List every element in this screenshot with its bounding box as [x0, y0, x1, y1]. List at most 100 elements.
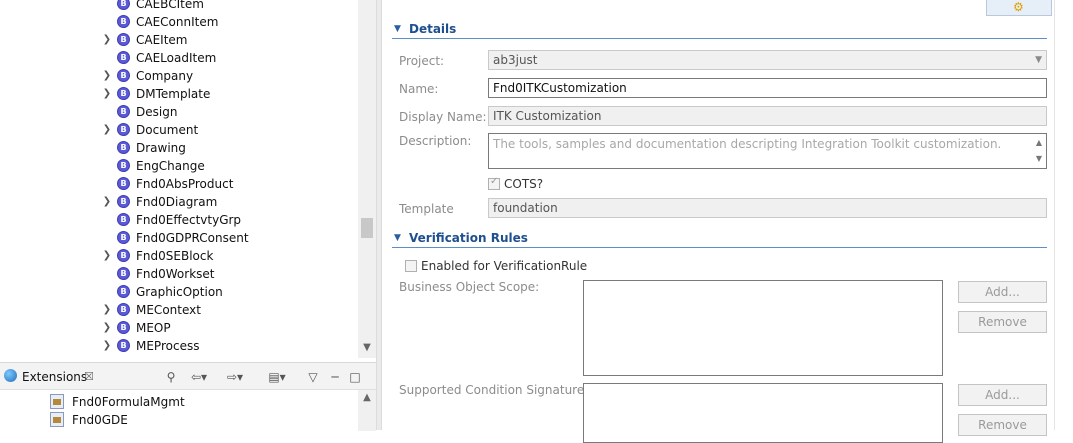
tree-item[interactable]: B Drawing	[0, 139, 358, 157]
tree-item[interactable]: B Fnd0EffectvtyGrp	[0, 211, 358, 229]
collapse-icon[interactable]: ▼	[394, 20, 401, 38]
name-label: Name:	[399, 82, 439, 96]
name-field[interactable]: Fnd0ITKCustomization	[488, 78, 1047, 98]
business-object-icon: B	[117, 0, 130, 10]
scroll-down-icon[interactable]: ▼	[358, 340, 376, 356]
search-icon[interactable]: ⚲	[162, 369, 180, 385]
forward-icon[interactable]: ⇨▾	[222, 369, 248, 385]
tree-item-label: MEProcess	[136, 339, 200, 353]
extensions-view-title[interactable]: Extensions	[22, 363, 87, 391]
tree-item[interactable]: B Fnd0GDPRConsent	[0, 229, 358, 247]
business-object-icon: B	[117, 15, 130, 28]
tree-item-label: CAELoadItem	[136, 51, 217, 65]
view-menu-icon[interactable]: ▽	[306, 369, 320, 385]
editor-banner-image: ⚙	[986, 0, 1052, 16]
business-object-icon: B	[117, 51, 130, 64]
extension-file-icon	[50, 394, 64, 409]
business-object-icon: B	[117, 213, 130, 226]
display-name-label: Display Name:	[399, 110, 487, 124]
extension-file-icon	[50, 412, 64, 427]
chevron-down-icon[interactable]: ▼	[1035, 51, 1042, 69]
display-name-field[interactable]: ITK Customization	[488, 106, 1047, 126]
tree-item[interactable]: ❯ B MEContext	[0, 301, 358, 319]
expand-chevron-icon[interactable]: ❯	[101, 67, 113, 85]
signatures-add-button[interactable]: Add...	[958, 384, 1047, 406]
business-object-icon: B	[117, 321, 130, 334]
tree-item[interactable]: B GraphicOption	[0, 283, 358, 301]
business-object-icon: B	[117, 87, 130, 100]
expand-chevron-icon[interactable]: ❯	[101, 85, 113, 103]
signatures-remove-button[interactable]: Remove	[958, 414, 1047, 436]
business-object-scope-list[interactable]	[583, 280, 943, 376]
editor-pane: ⚙ ▼ Details Project: ab3just ▼ Name: Fnd…	[382, 0, 1073, 443]
tree-item[interactable]: B EngChange	[0, 157, 358, 175]
business-object-icon: B	[117, 141, 130, 154]
business-object-icon: B	[117, 339, 130, 352]
tree-item-label: Fnd0EffectvtyGrp	[136, 213, 242, 227]
enabled-verification-checkbox[interactable]	[405, 260, 417, 272]
scroll-up-icon[interactable]: ▲	[1033, 135, 1045, 151]
tree-item-label: Fnd0Workset	[136, 267, 215, 281]
expand-chevron-icon[interactable]: ❯	[101, 301, 113, 319]
business-object-icon: B	[117, 123, 130, 136]
maximize-icon[interactable]: □	[348, 369, 362, 385]
back-icon[interactable]: ⇦▾	[186, 369, 212, 385]
globe-icon	[4, 369, 17, 382]
description-label: Description:	[399, 134, 472, 148]
template-field[interactable]: foundation	[488, 198, 1047, 218]
tree-item[interactable]: B CAEConnItem	[0, 13, 358, 31]
tree-item[interactable]: ❯ B Document	[0, 121, 358, 139]
tree-item[interactable]: ❯ B CAEItem	[0, 31, 358, 49]
scope-add-button[interactable]: Add...	[958, 281, 1047, 303]
business-object-icon: B	[117, 249, 130, 262]
expand-chevron-icon[interactable]: ❯	[101, 31, 113, 49]
description-text: The tools, samples and documentation des…	[493, 137, 1002, 151]
tree-item-label: CAEConnItem	[136, 15, 219, 29]
scroll-up-icon[interactable]: ▲	[358, 392, 376, 403]
tree-item[interactable]: B CAELoadItem	[0, 49, 358, 67]
tree-item[interactable]: B Design	[0, 103, 358, 121]
tree-item-label: CAEBCItem	[136, 0, 204, 11]
details-section-title: Details	[409, 22, 457, 36]
tree-item[interactable]: B Fnd0Workset	[0, 265, 358, 283]
expand-chevron-icon[interactable]: ❯	[101, 247, 113, 265]
tree-scrollbar[interactable]: ▼	[358, 0, 376, 358]
tree-item[interactable]: B Fnd0AbsProduct	[0, 175, 358, 193]
collapse-icon[interactable]: ▼	[394, 229, 401, 247]
minimize-icon[interactable]: ─	[328, 369, 342, 385]
cots-checkbox[interactable]	[488, 176, 500, 190]
project-combo[interactable]: ab3just ▼	[488, 50, 1047, 70]
business-object-icon: B	[117, 159, 130, 172]
tree-scrollbar-thumb[interactable]	[361, 218, 373, 238]
close-view-icon[interactable]: ☒	[84, 363, 94, 391]
description-field[interactable]: The tools, samples and documentation des…	[488, 133, 1047, 169]
gear-icon: ⚙	[1013, 0, 1024, 14]
expand-chevron-icon[interactable]: ❯	[101, 319, 113, 337]
expand-chevron-icon[interactable]: ❯	[101, 337, 113, 355]
tree-item-label: MEContext	[136, 303, 201, 317]
scope-remove-button[interactable]: Remove	[958, 311, 1047, 333]
extensions-view: Extensions ☒ ⚲ ⇦▾ ⇨▾ ▤▾ ▽ ─ □ Fnd0Formul…	[0, 362, 376, 431]
scroll-down-icon[interactable]: ▼	[1033, 151, 1045, 167]
editor-scrollbar[interactable]	[1054, 0, 1073, 430]
business-object-icon: B	[117, 303, 130, 316]
supported-condition-signatures-label: Supported Condition Signatures:	[399, 383, 595, 397]
tree-item[interactable]: ❯ B Fnd0Diagram	[0, 193, 358, 211]
tree-item-label: Document	[136, 123, 199, 137]
expand-chevron-icon[interactable]: ❯	[101, 121, 113, 139]
expand-chevron-icon[interactable]: ❯	[101, 193, 113, 211]
extensions-scrollbar[interactable]: ▲	[358, 390, 376, 431]
layout-icon[interactable]: ▤▾	[260, 369, 294, 385]
details-section-header[interactable]: ▼ Details	[392, 20, 1047, 39]
business-object-icon: B	[117, 33, 130, 46]
supported-condition-signatures-list[interactable]	[583, 383, 943, 443]
project-label: Project:	[399, 54, 445, 68]
tree-item[interactable]: ❯ B Fnd0SEBlock	[0, 247, 358, 265]
business-object-tree: B CAEBCItem B CAEConnItem ❯ B CAEItem B CAELoadI…	[0, 0, 358, 358]
tree-item[interactable]: B CAEBCItem	[0, 0, 358, 13]
tree-item[interactable]: ❯ B MEOP	[0, 319, 358, 337]
tree-item[interactable]: ❯ B DMTemplate	[0, 85, 358, 103]
tree-item[interactable]: ❯ B Company	[0, 67, 358, 85]
verification-section-header[interactable]: ▼ Verification Rules	[392, 229, 1047, 248]
tree-item[interactable]: ❯ B MEProcess	[0, 337, 358, 355]
